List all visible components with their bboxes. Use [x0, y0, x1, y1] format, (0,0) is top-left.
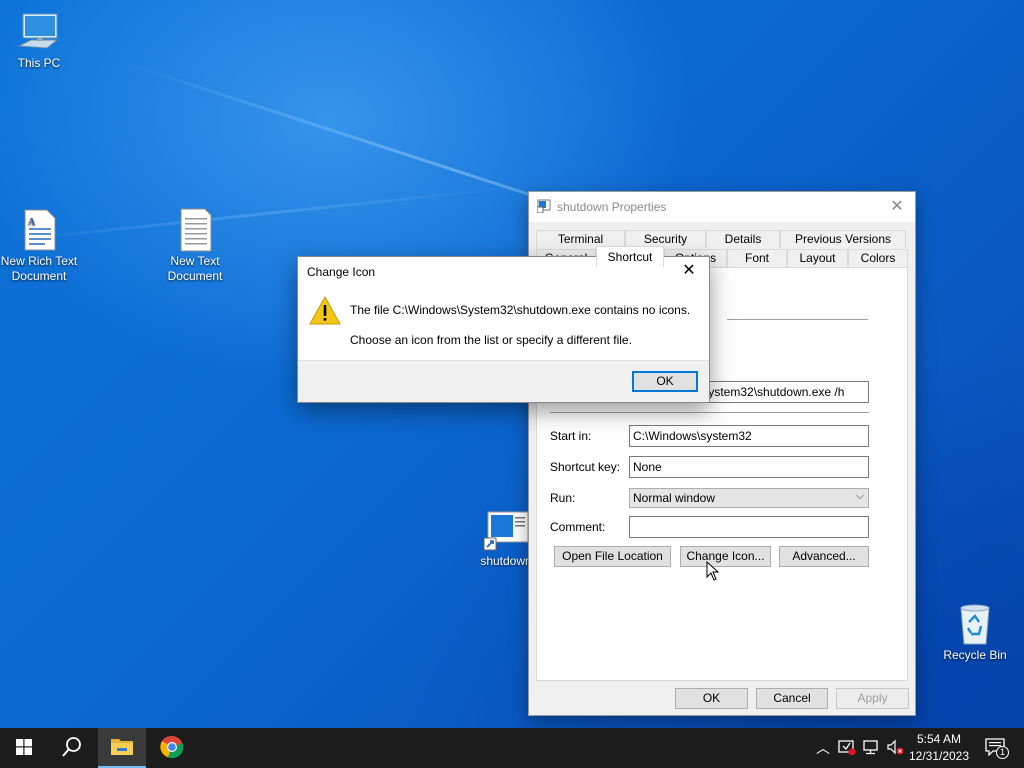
action-center-button[interactable]: 1	[980, 728, 1010, 768]
dialog-close-button[interactable]: ✕	[679, 261, 699, 281]
chevron-down-icon: ⌵	[855, 490, 864, 502]
taskbar: ︿ 5:54 AM 12/31/2023 1	[0, 728, 1024, 768]
tab-layout[interactable]: Layout	[787, 249, 848, 267]
clock-date: 12/31/2023	[908, 749, 970, 763]
security-icon	[838, 739, 856, 758]
icon-label: Recycle Bin	[943, 648, 1007, 662]
change-icon-dialog: Change Icon ✕ The file C:\Windows\System…	[297, 256, 710, 403]
open-file-location-button[interactable]: Open File Location	[554, 546, 671, 567]
run-row: Run: Normal window ⌵	[550, 488, 869, 508]
shortcut-app-icon	[536, 199, 551, 216]
windows-start-icon	[16, 738, 32, 758]
chrome-taskbar-button[interactable]	[148, 728, 196, 768]
warning-icon	[308, 295, 342, 330]
network-icon	[862, 739, 880, 758]
svg-text:A: A	[28, 217, 36, 228]
search-icon	[61, 736, 83, 761]
computer-icon	[17, 10, 61, 54]
start-in-row: Start in: C:\Windows\system32	[550, 425, 869, 447]
file-explorer-taskbar-button[interactable]	[98, 728, 146, 768]
start-button[interactable]	[0, 728, 48, 768]
search-button[interactable]	[48, 728, 96, 768]
apply-button[interactable]: Apply	[836, 688, 909, 709]
clock-time: 5:54 AM	[916, 732, 962, 746]
notification-icon: 1	[985, 737, 1009, 759]
properties-title: shutdown Properties	[557, 200, 667, 214]
tab-shortcut[interactable]: Shortcut	[596, 246, 664, 267]
dialog-message-line2: Choose an icon from the list or specify …	[350, 333, 632, 347]
tab-row-upper: Terminal Security Details Previous Versi…	[536, 230, 906, 248]
dialog-footer: OK	[298, 360, 709, 402]
tab-colors[interactable]: Colors	[848, 249, 908, 267]
start-in-label: Start in:	[550, 429, 592, 443]
dialog-ok-button[interactable]: OK	[632, 371, 698, 392]
run-label: Run:	[550, 491, 576, 505]
icon-label: New Rich Text Document	[0, 254, 78, 283]
run-select-value: Normal window	[633, 491, 716, 505]
icon-label: New Text Document	[167, 254, 223, 283]
shortcut-key-row: Shortcut key: None	[550, 456, 869, 478]
recycle-bin-image-icon	[953, 602, 997, 646]
security-tray-button[interactable]	[836, 728, 858, 768]
shortcut-key-field[interactable]: None	[629, 456, 869, 478]
start-in-field[interactable]: C:\Windows\system32	[629, 425, 869, 447]
show-hidden-icons-button[interactable]: ︿	[812, 728, 834, 768]
file-explorer-icon	[110, 736, 134, 759]
advanced-button[interactable]: Advanced...	[779, 546, 869, 567]
comment-label: Comment:	[550, 520, 606, 534]
network-tray-button[interactable]	[860, 728, 882, 768]
new-rich-text-document-icon[interactable]: A New Rich Text Document	[0, 208, 79, 284]
notification-count-badge: 1	[996, 745, 1009, 759]
tab-previous-versions[interactable]: Previous Versions	[780, 230, 906, 248]
separator	[727, 319, 868, 320]
shortcut-console-icon	[483, 508, 529, 552]
properties-titlebar[interactable]: shutdown Properties ✕	[529, 192, 915, 222]
this-pc-desktop-icon[interactable]: This PC	[0, 10, 79, 71]
icon-label: This PC	[17, 56, 61, 70]
rich-text-document-icon: A	[17, 208, 61, 252]
ok-button[interactable]: OK	[675, 688, 748, 709]
run-select[interactable]: Normal window ⌵	[629, 488, 869, 508]
cancel-button[interactable]: Cancel	[756, 688, 828, 709]
separator	[550, 412, 869, 413]
change-icon-button[interactable]: Change Icon...	[680, 546, 771, 567]
chevron-up-icon: ︿	[816, 740, 830, 756]
close-button[interactable]: ✕	[887, 197, 907, 217]
mouse-cursor-icon	[706, 560, 720, 584]
tab-details[interactable]: Details	[706, 230, 780, 248]
taskbar-clock[interactable]: 5:54 AM 12/31/2023	[898, 731, 980, 765]
new-text-document-icon[interactable]: New Text Document	[155, 208, 235, 284]
tab-font[interactable]: Font	[727, 249, 787, 267]
shortcut-key-label: Shortcut key:	[550, 460, 621, 474]
dialog-message-line1: The file C:\Windows\System32\shutdown.ex…	[350, 303, 691, 317]
chrome-icon	[160, 735, 184, 762]
dialog-title: Change Icon	[307, 264, 376, 279]
text-document-icon	[173, 208, 217, 252]
comment-field[interactable]	[629, 516, 869, 538]
recycle-bin-icon[interactable]: Recycle Bin	[935, 602, 1015, 663]
comment-row: Comment:	[550, 516, 869, 538]
